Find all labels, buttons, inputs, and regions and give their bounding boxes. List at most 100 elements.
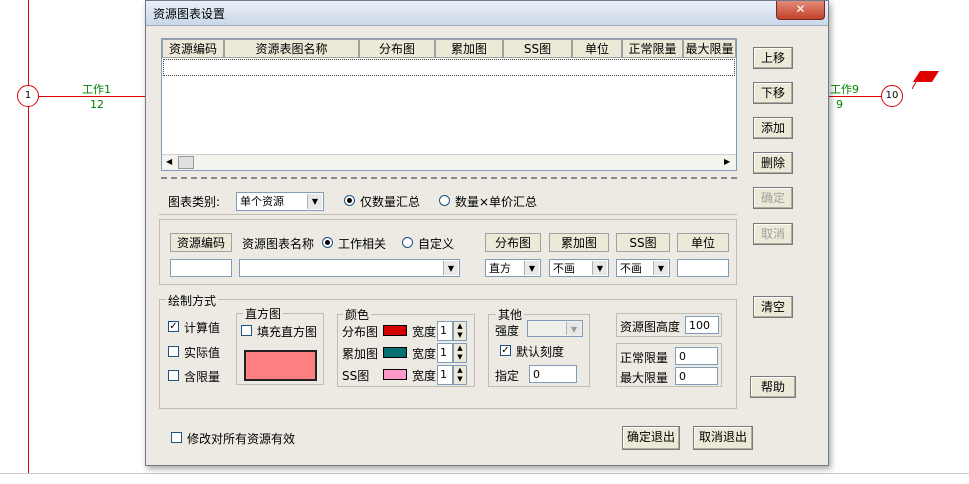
col-header[interactable]: 资源编码 <box>162 39 224 58</box>
normal-limit-label: 正常限量 <box>620 351 669 365</box>
delete-button[interactable]: 删除 <box>753 152 793 174</box>
chart-type-value: 单个资源 <box>240 195 284 208</box>
cum-color-label: 累加图 <box>342 347 379 361</box>
dist-width-spinner[interactable]: ▲ ▼ <box>453 321 467 341</box>
cancel-exit-button[interactable]: 取消退出 <box>693 426 753 450</box>
specify-label: 指定 <box>495 369 520 383</box>
col-header[interactable]: 累加图 <box>435 39 503 58</box>
vertical-time-line-left <box>28 0 29 473</box>
scroll-right-icon[interactable]: ▶ <box>724 157 730 166</box>
default-scale-checkbox[interactable]: ✓ <box>500 345 511 356</box>
radio-qty-only-label: 仅数量汇总 <box>360 195 421 209</box>
move-down-button[interactable]: 下移 <box>753 82 793 104</box>
normal-limit-input[interactable]: 0 <box>675 347 718 365</box>
apply-all-checkbox[interactable] <box>171 432 182 443</box>
dist-color-label: 分布图 <box>342 325 379 339</box>
radio-custom[interactable] <box>402 237 413 248</box>
cum-width-input[interactable]: 1 <box>437 343 453 363</box>
node-10[interactable]: 10 <box>881 85 903 107</box>
clear-button[interactable]: 清空 <box>753 296 793 318</box>
calc-checkbox[interactable]: ✓ <box>168 321 179 332</box>
dist-select[interactable]: 直方 ▼ <box>485 259 541 277</box>
ss-value: 不画 <box>620 262 642 275</box>
fill-hist-label: 填充直方图 <box>257 325 318 339</box>
calc-label: 计算值 <box>184 321 221 335</box>
dist-color-swatch[interactable] <box>383 325 407 336</box>
cum-width-spinner[interactable]: ▲ ▼ <box>453 343 467 363</box>
col-header[interactable]: 正常限量 <box>622 39 683 58</box>
ss-width-input[interactable]: 1 <box>437 365 453 385</box>
close-button[interactable]: ✕ <box>776 1 825 20</box>
ss-color-label: SS图 <box>342 369 370 383</box>
intensity-label: 强度 <box>495 324 520 338</box>
dist-width-input[interactable]: 1 <box>437 321 453 341</box>
default-scale-label: 默认刻度 <box>516 345 565 359</box>
unit-input[interactable] <box>677 259 729 277</box>
hist-fill-color-button[interactable] <box>244 350 317 381</box>
cum-color-swatch[interactable] <box>383 347 407 358</box>
ss-select[interactable]: 不画 ▼ <box>616 259 670 277</box>
splitter[interactable] <box>161 177 737 180</box>
ok-exit-button[interactable]: 确定退出 <box>622 426 680 450</box>
horizontal-scrollbar[interactable]: ◀ ▶ <box>162 154 736 170</box>
chevron-down-icon[interactable]: ▼ <box>524 261 539 275</box>
dialog-title: 资源图表设置 <box>153 7 226 21</box>
resource-code-input[interactable] <box>170 259 232 277</box>
radio-qty-only[interactable] <box>344 195 355 206</box>
chevron-down-icon[interactable]: ▼ <box>307 194 322 209</box>
col-header[interactable]: 最大限量 <box>683 39 736 58</box>
help-button[interactable]: 帮助 <box>750 376 796 398</box>
move-up-button[interactable]: 上移 <box>753 47 793 69</box>
chevron-down-icon[interactable]: ▼ <box>566 322 581 335</box>
limit-checkbox[interactable] <box>168 370 179 381</box>
color-group-label: 颜色 <box>343 306 372 323</box>
add-button[interactable]: 添加 <box>753 117 793 139</box>
cum-header: 累加图 <box>549 233 609 252</box>
ss-width-spinner[interactable]: ▲ ▼ <box>453 365 467 385</box>
other-group-label: 其他 <box>496 306 525 323</box>
intensity-select[interactable]: ▼ <box>527 320 583 337</box>
chevron-down-icon[interactable]: ▼ <box>592 261 607 275</box>
cum-value: 不画 <box>553 262 575 275</box>
actual-label: 实际值 <box>184 346 221 360</box>
resource-grid[interactable]: 资源编码 资源表图名称 分布图 累加图 SS图 单位 正常限量 最大限量 ◀ ▶ <box>161 38 737 171</box>
col-header[interactable]: 分布图 <box>359 39 435 58</box>
limit-label: 含限量 <box>184 370 221 384</box>
histogram-group-label: 直方图 <box>243 305 284 322</box>
max-limit-label: 最大限量 <box>620 371 669 385</box>
specify-input[interactable]: 0 <box>529 365 577 383</box>
ss-color-swatch[interactable] <box>383 369 407 380</box>
width-label: 宽度 <box>412 347 437 361</box>
scroll-thumb[interactable] <box>178 156 194 169</box>
chart-type-select[interactable]: 单个资源 ▼ <box>236 192 324 211</box>
resource-chart-settings-dialog: 资源图表设置 ✕ 资源编码 资源表图名称 分布图 累加图 SS图 单位 正常限量… <box>145 0 829 466</box>
dist-header: 分布图 <box>485 233 541 252</box>
radio-qty-price[interactable] <box>439 195 450 206</box>
grid-header: 资源编码 资源表图名称 分布图 累加图 SS图 单位 正常限量 最大限量 <box>162 39 736 58</box>
unit-header: 单位 <box>677 233 729 252</box>
col-header[interactable]: SS图 <box>503 39 572 58</box>
draw-method-label: 绘制方式 <box>166 292 219 309</box>
actual-checkbox[interactable] <box>168 346 179 357</box>
ss-header: SS图 <box>616 233 670 252</box>
table-row[interactable] <box>163 59 735 76</box>
name-header: 资源图表名称 <box>242 237 315 251</box>
flag-icon <box>912 71 939 90</box>
width-label: 宽度 <box>412 369 437 383</box>
radio-work-related[interactable] <box>322 237 333 248</box>
chevron-down-icon[interactable]: ▼ <box>653 261 668 275</box>
resource-name-select[interactable]: ▼ <box>239 259 460 277</box>
confirm-button[interactable]: 确定 <box>753 187 793 209</box>
node-1[interactable]: 1 <box>17 85 39 107</box>
chevron-down-icon[interactable]: ▼ <box>443 261 458 275</box>
max-limit-input[interactable]: 0 <box>675 367 718 385</box>
work-right-duration: 9 <box>836 98 843 111</box>
height-input[interactable]: 100 <box>685 316 719 334</box>
title-bar[interactable]: 资源图表设置 ✕ <box>146 1 828 26</box>
col-header[interactable]: 资源表图名称 <box>224 39 359 58</box>
scroll-left-icon[interactable]: ◀ <box>166 157 172 166</box>
col-header[interactable]: 单位 <box>572 39 622 58</box>
cum-select[interactable]: 不画 ▼ <box>549 259 609 277</box>
fill-hist-checkbox[interactable] <box>241 325 252 336</box>
cancel-button[interactable]: 取消 <box>753 223 793 245</box>
